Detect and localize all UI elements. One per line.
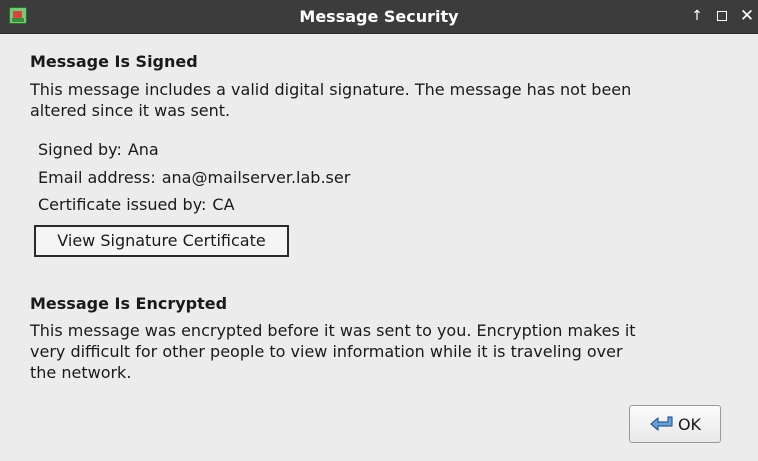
enter-arrow-icon — [650, 416, 673, 431]
close-icon[interactable]: ✕ — [738, 0, 756, 33]
signed-description-line2: altered since it was sent. — [30, 101, 231, 120]
signed-by-value: Ana — [127, 140, 159, 159]
encrypted-heading: Message Is Encrypted — [30, 294, 228, 313]
email-label: Email address: — [38, 168, 156, 187]
encrypted-description-line2: very difficult for other people to view … — [30, 342, 623, 361]
encrypted-description-line1: This message was encrypted before it was… — [30, 321, 636, 340]
signed-by-row: Signed by: Ana — [38, 140, 159, 159]
issuer-value: CA — [212, 195, 235, 214]
keep-above-icon[interactable]: ↑ — [688, 0, 706, 33]
title-bar[interactable]: Message Security ↑ ✕ — [0, 0, 758, 34]
view-signature-certificate-button[interactable]: View Signature Certificate — [34, 225, 289, 257]
issuer-row: Certificate issued by: CA — [38, 195, 235, 214]
signed-description-line1: This message includes a valid digital si… — [30, 80, 632, 99]
email-value: ana@mailserver.lab.ser — [161, 168, 351, 187]
issuer-label: Certificate issued by: — [38, 195, 207, 214]
ok-button[interactable]: OK — [629, 405, 721, 443]
ok-label: OK — [677, 414, 702, 434]
email-row: Email address: ana@mailserver.lab.ser — [38, 168, 350, 187]
signed-by-label: Signed by: — [38, 140, 122, 159]
window-title: Message Security — [299, 7, 459, 26]
maximize-icon[interactable] — [713, 0, 731, 33]
signed-heading: Message Is Signed — [30, 52, 198, 71]
encrypted-description-line3: the network. — [30, 363, 132, 382]
